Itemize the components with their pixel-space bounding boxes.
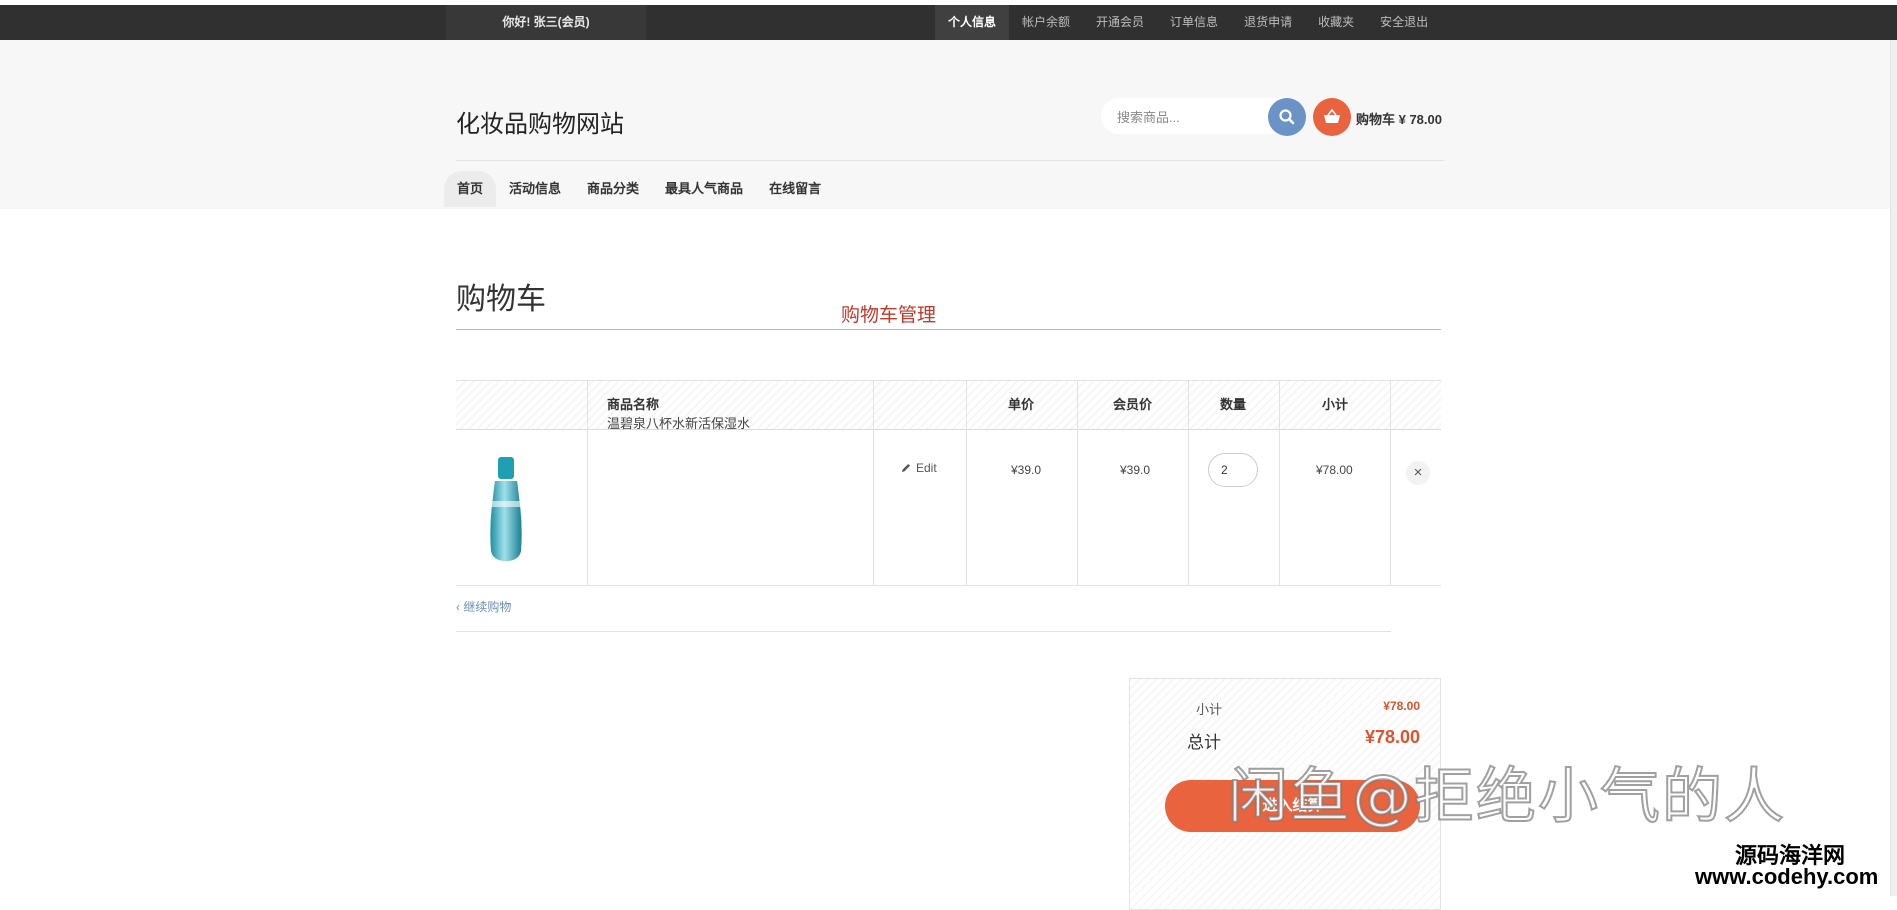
- overlay-watermark: 闲鱼@拒绝小气的人: [1227, 761, 1786, 833]
- summary-subtotal-value: ¥78.00: [1383, 699, 1420, 713]
- summary-subtotal-label: 小计: [1196, 702, 1223, 717]
- table-header: 商品名称 单价 会员价 数量 小计: [456, 381, 1441, 430]
- edit-button[interactable]: Edit: [900, 461, 937, 475]
- nav-popular[interactable]: 最具人气商品: [652, 171, 756, 207]
- nav-categories[interactable]: 商品分类: [574, 171, 652, 207]
- account-link-balance[interactable]: 帐户余额: [1009, 5, 1083, 40]
- row-subtotal: ¥78.00: [1316, 463, 1353, 477]
- title-underline: [456, 329, 1441, 330]
- continue-shopping-label: 继续购物: [463, 600, 512, 614]
- user-greeting: 你好! 张三(会员): [446, 5, 646, 40]
- section-divider: [456, 631, 1391, 632]
- cart-total-label[interactable]: 购物车 ¥ 78.00: [1356, 109, 1442, 128]
- basket-icon: [1324, 108, 1340, 123]
- account-nav: 个人信息 帐户余额 开通会员 订单信息 退货申请 收藏夹 安全退出: [935, 5, 1441, 40]
- search-icon: [1279, 109, 1295, 125]
- nav-promotions[interactable]: 活动信息: [496, 171, 574, 207]
- site-title[interactable]: 化妆品购物网站: [456, 104, 624, 139]
- account-link-logout[interactable]: 安全退出: [1367, 5, 1441, 40]
- column-divider: [1279, 381, 1280, 585]
- column-divider: [587, 381, 588, 585]
- site-watermark-url: www.codehy.com: [1695, 864, 1879, 889]
- main-nav: 首页 活动信息 商品分类 最具人气商品 在线留言: [444, 171, 834, 207]
- search-button[interactable]: [1268, 98, 1306, 136]
- column-divider: [966, 381, 967, 585]
- column-divider: [1077, 381, 1078, 585]
- remove-item-button[interactable]: ×: [1406, 461, 1430, 485]
- account-link-orders[interactable]: 订单信息: [1157, 5, 1231, 40]
- column-divider: [1390, 381, 1391, 585]
- column-divider: [873, 381, 874, 585]
- header-divider: [456, 160, 1444, 161]
- column-divider: [1188, 381, 1189, 585]
- top-bar: 你好! 张三(会员) 个人信息 帐户余额 开通会员 订单信息 退货申请 收藏夹 …: [0, 5, 1897, 40]
- product-image[interactable]: [481, 455, 531, 565]
- cart-button[interactable]: [1313, 98, 1351, 136]
- summary-total-label: 总计: [1187, 733, 1221, 752]
- continue-shopping-link[interactable]: ‹ 继续购物: [456, 598, 511, 615]
- close-icon: ×: [1413, 464, 1423, 481]
- header-member-price: 会员价: [1113, 397, 1153, 412]
- account-link-profile[interactable]: 个人信息: [935, 5, 1010, 40]
- pencil-icon: [902, 464, 910, 472]
- page-annotation: 购物车管理: [841, 305, 937, 326]
- nav-messages[interactable]: 在线留言: [756, 171, 834, 207]
- account-link-favorites[interactable]: 收藏夹: [1305, 5, 1367, 40]
- search-input[interactable]: [1115, 106, 1259, 128]
- page-title: 购物车: [456, 283, 546, 316]
- account-link-membership[interactable]: 开通会员: [1083, 5, 1157, 40]
- quantity-input[interactable]: [1208, 453, 1258, 487]
- account-link-returns[interactable]: 退货申请: [1231, 5, 1305, 40]
- site-header: 化妆品购物网站 购物车 ¥ 78.00 首页 活动信息 商品分类 最具人气商品 …: [0, 40, 1897, 209]
- scrollbar[interactable]: [1890, 40, 1897, 896]
- cart-table: 商品名称 单价 会员价 数量 小计 温碧泉八杯水新活保湿水 Edit ¥39.0…: [456, 380, 1441, 586]
- header-unit-price: 单价: [1008, 397, 1035, 412]
- unit-price: ¥39.0: [1011, 463, 1042, 477]
- nav-home[interactable]: 首页: [444, 171, 497, 207]
- header-subtotal: 小计: [1322, 397, 1349, 412]
- product-name[interactable]: 温碧泉八杯水新活保湿水: [607, 413, 750, 432]
- summary-total-value: ¥78.00: [1364, 727, 1420, 747]
- edit-label: Edit: [916, 461, 937, 475]
- header-quantity: 数量: [1220, 397, 1247, 412]
- member-price: ¥39.0: [1120, 463, 1151, 477]
